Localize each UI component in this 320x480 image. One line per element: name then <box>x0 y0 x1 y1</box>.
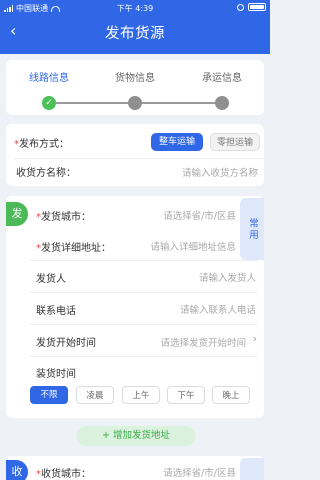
sender-label: 发货人 <box>36 274 66 285</box>
ship-address-input[interactable]: 请输入详细地址信息 <box>126 239 236 253</box>
start-time-label: 发货开始时间 <box>36 338 96 349</box>
recv-city-text: 收货城市： <box>41 469 91 480</box>
divider <box>30 324 258 325</box>
recv-city-select[interactable]: 请选择省/市/区县 <box>126 465 236 479</box>
step-goods-label: 货物信息 <box>115 73 155 84</box>
ship-city-label: *发货城市： <box>36 208 91 223</box>
receiving-card: 收 *收货城市： 请选择省/市/区县 <box>6 456 264 480</box>
receiver-name-label: 收货方名称： <box>16 168 76 179</box>
receiver-name-input[interactable]: 请输入收货方名称 <box>128 165 258 179</box>
add-ship-address-button[interactable]: + 增加发货地址 <box>76 426 196 446</box>
ship-badge: 发 <box>6 202 28 226</box>
phone-input[interactable]: 请输入联系人电话 <box>146 302 256 316</box>
ship-address-label: *发货详细地址： <box>36 239 111 254</box>
full-truck-option[interactable]: 整车运输 <box>151 133 203 151</box>
shipping-card: 发 常用 *发货城市： 请选择省/市/区县 *发货详细地址： 请输入详细地址信息… <box>6 196 264 418</box>
recv-city-label: *收货城市： <box>36 465 91 480</box>
divider <box>30 292 258 293</box>
progress-steps: 线路信息 货物信息 承运信息 ✓ <box>6 60 264 115</box>
battery-icon <box>248 3 266 11</box>
recv-badge: 收 <box>6 460 28 480</box>
load-time-any[interactable]: 不限 <box>30 386 68 404</box>
step-dot-pending <box>128 96 142 110</box>
ship-city-select[interactable]: 请选择省/市/区县 <box>126 208 236 222</box>
ltl-option[interactable]: 零担运输 <box>210 133 260 151</box>
publish-info-card: *发布方式： 整车运输 零担运输 收货方名称： 请输入收货方名称 <box>6 124 264 186</box>
ship-address-text: 发货详细地址： <box>41 243 111 254</box>
phone-label: 联系电话 <box>36 306 76 317</box>
orientation-lock-icon <box>237 3 244 11</box>
publish-mode-text: 发布方式： <box>19 139 69 150</box>
common-address-button[interactable]: 常用 <box>240 198 264 260</box>
sender-input[interactable]: 请输入发货人 <box>146 270 256 284</box>
publish-mode-label: *发布方式： <box>14 135 69 150</box>
divider <box>30 356 258 357</box>
app-header: 中国联通 下午 4:39 ‹ 发布货源 <box>0 0 270 54</box>
step-dot-pending <box>215 96 229 110</box>
ship-city-text: 发货城市： <box>41 212 91 223</box>
load-time-afternoon[interactable]: 下午 <box>167 386 205 404</box>
load-time-dawn[interactable]: 凌晨 <box>76 386 114 404</box>
status-right <box>237 3 266 11</box>
step-route-label: 线路信息 <box>29 73 69 84</box>
status-bar: 中国联通 下午 4:39 <box>0 0 270 16</box>
divider <box>30 260 258 261</box>
load-time-evening[interactable]: 晚上 <box>212 386 250 404</box>
step-carrier-label: 承运信息 <box>202 73 242 84</box>
load-time-label: 装货时间 <box>36 369 76 380</box>
step-connector <box>135 102 223 104</box>
start-time-select[interactable]: 请选择发货开始时间 <box>126 335 246 349</box>
load-time-morning[interactable]: 上午 <box>122 386 160 404</box>
chevron-right-icon: › <box>252 332 257 345</box>
divider <box>14 158 264 159</box>
check-icon: ✓ <box>42 96 56 110</box>
status-time: 下午 4:39 <box>116 4 154 13</box>
recv-common-tab[interactable] <box>240 458 264 480</box>
page-title: 发布货源 <box>105 26 165 42</box>
step-connector <box>49 102 135 104</box>
